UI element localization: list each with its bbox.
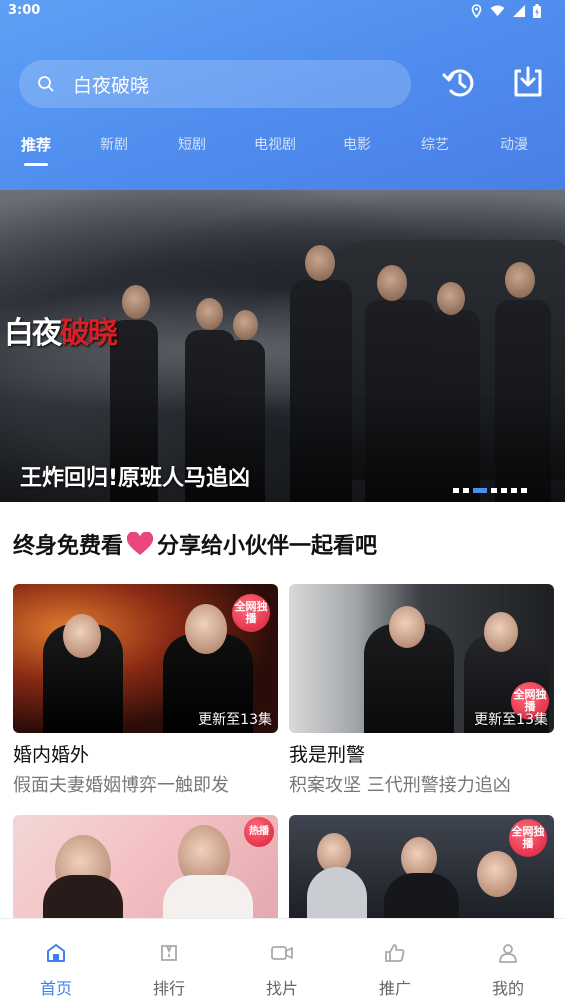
ranking-icon [129,943,209,965]
status-time: 3:00 [8,3,41,18]
nav-promote[interactable]: 推广 [355,943,435,999]
carousel-indicator [453,488,527,493]
download-button[interactable] [508,64,548,104]
nav-profile[interactable]: 我的 [468,943,548,999]
location-icon [471,4,482,18]
video-poster[interactable]: 热播 [13,815,278,918]
search-bar[interactable]: 白夜破晓 [19,60,411,108]
video-card[interactable]: 热播 [13,815,278,918]
exclusive-tag: 全网独播 [509,819,547,857]
exclusive-tag: 全网独播 [232,594,270,632]
carousel-dot-active[interactable] [473,488,487,493]
banner-caption: 王炸回归!原班人马追凶 [20,466,251,491]
history-icon [441,64,477,104]
carousel-dot[interactable] [491,488,497,493]
tab-recommend[interactable]: 推荐 [21,134,51,155]
tab-short-drama[interactable]: 短剧 [178,134,206,154]
video-icon [242,943,322,965]
nav-ranking[interactable]: 排行 [129,943,209,999]
home-icon [16,943,96,965]
hot-tag: 热播 [244,817,274,847]
video-description: 积案攻坚 三代刑警接力追凶 [289,775,511,796]
carousel-dot[interactable] [463,488,469,493]
download-icon [510,64,546,104]
banner-logo: 白夜破晓 [4,316,118,351]
video-title: 我是刑警 [289,744,366,766]
wifi-icon [490,5,505,17]
signal-icon [513,5,525,17]
video-card[interactable]: 全网独播 [289,815,554,918]
status-bar: 3:00 [0,0,565,24]
tab-variety[interactable]: 综艺 [421,134,449,154]
header: 3:00 白夜破晓 推荐 新剧 短剧 电视剧 电影 综艺 动漫 [0,0,565,190]
nav-find-video[interactable]: 找片 [242,943,322,999]
video-poster[interactable]: 全网独播 更新至13集 [13,584,278,733]
user-icon [468,943,548,965]
video-card[interactable]: 全网独播 更新至13集 婚内婚外 假面夫妻婚姻博弈一触即发 [13,584,278,796]
nav-home[interactable]: 首页 [16,943,96,999]
carousel-dot[interactable] [501,488,507,493]
tab-movie[interactable]: 电影 [343,134,371,154]
video-poster[interactable]: 全网独播 [289,815,554,918]
video-card[interactable]: 全网独播 更新至13集 我是刑警 积案攻坚 三代刑警接力追凶 [289,584,554,796]
carousel-dot[interactable] [521,488,527,493]
video-description: 假面夫妻婚姻博弈一触即发 [13,775,229,796]
search-input[interactable]: 白夜破晓 [73,71,149,98]
history-button[interactable] [439,64,479,104]
category-tabs: 推荐 新剧 短剧 电视剧 电影 综艺 动漫 [0,134,565,170]
share-promo-title[interactable]: 终身免费看 分享给小伙伴一起看吧 [13,528,377,560]
tab-new-drama[interactable]: 新剧 [100,134,128,154]
video-title: 婚内婚外 [13,744,90,766]
thumbs-up-icon [355,943,435,965]
carousel-dot[interactable] [453,488,459,493]
episode-badge: 更新至13集 [198,712,272,728]
status-icons [471,4,541,18]
hero-banner[interactable]: 白夜破晓 王炸回归!原班人马追凶 [0,190,565,502]
heart-icon [126,532,154,556]
bottom-navigation: 首页 排行 找片 推广 我的 [0,918,565,1004]
video-poster[interactable]: 全网独播 更新至13集 [289,584,554,733]
carousel-dot[interactable] [511,488,517,493]
tab-anime[interactable]: 动漫 [500,134,528,154]
battery-icon [533,4,541,18]
search-icon [37,75,55,93]
tab-tv-series[interactable]: 电视剧 [254,134,296,154]
episode-badge: 更新至13集 [474,712,548,728]
